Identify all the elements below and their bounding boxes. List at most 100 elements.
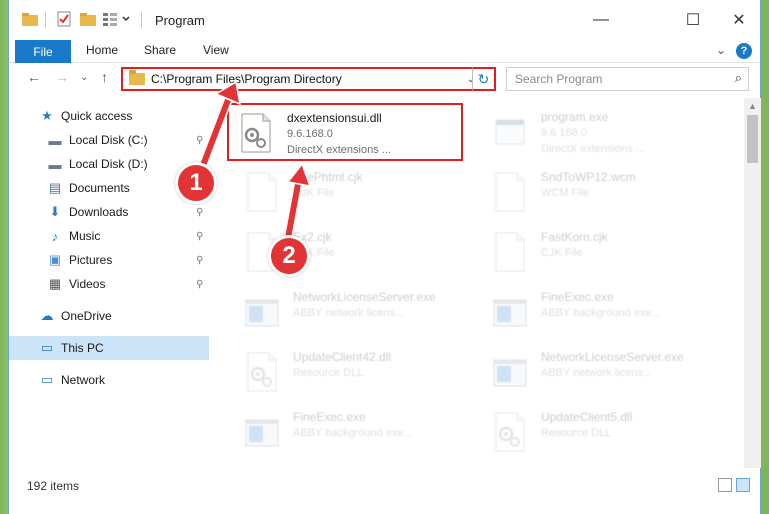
- file-detail: ABBY background exe...: [293, 427, 413, 439]
- title-bar: Program — ☐ ✕: [9, 0, 760, 40]
- explorer-window: Program — ☐ ✕ File Home Share View ⌄ ? ←…: [8, 0, 761, 514]
- file-tile[interactable]: dxextensionsui.dll 9.6.168.0 DirectX exten…: [233, 105, 473, 161]
- item-count: 192 items: [27, 479, 80, 493]
- scroll-up-icon[interactable]: ▲: [744, 98, 761, 115]
- vertical-scrollbar[interactable]: ▲: [744, 98, 761, 468]
- application-icon: [493, 292, 527, 332]
- cloud-icon: ☁: [40, 308, 54, 323]
- file-name: FineExec.exe: [293, 410, 366, 424]
- downloads-icon: ⬇: [49, 204, 61, 219]
- separator: [45, 12, 46, 28]
- search-icon[interactable]: ⌕: [735, 70, 742, 86]
- file-tile[interactable]: SndToWP12.wcm WCM File: [487, 164, 727, 220]
- file-detail: ABBY background exe...: [541, 307, 661, 319]
- sidebar-item-quick-access[interactable]: ★ Quick access: [9, 104, 209, 128]
- file-detail: ABBY network licens...: [541, 367, 653, 379]
- tab-home[interactable]: Home: [86, 43, 118, 57]
- expand-ribbon-icon[interactable]: ⌄: [716, 43, 726, 59]
- search-box[interactable]: Search Program ⌕: [506, 67, 749, 91]
- sidebar-item-pictures[interactable]: ▣ Pictures ⚲: [9, 248, 209, 272]
- folder-icon: [22, 13, 38, 26]
- back-arrow-icon[interactable]: ←: [27, 69, 41, 85]
- file-tile[interactable]: NetworkLicenseServer.exe ABBY network lic…: [239, 284, 479, 340]
- sidebar-item-videos[interactable]: ▦ Videos ⚲: [9, 272, 209, 296]
- maximize-button[interactable]: ☐: [670, 0, 716, 40]
- file-tile[interactable]: UpdateClient5.dll Resource DLL: [487, 404, 727, 460]
- sidebar-item-label: Music: [69, 229, 101, 243]
- close-icon: ✕: [732, 12, 746, 29]
- pin-icon: ⚲: [196, 206, 204, 218]
- file-name: ExePhtml.cjk: [293, 170, 363, 184]
- file-tile[interactable]: UpdateClient42.dll Resource DLL: [239, 344, 479, 400]
- documents-icon: ▤: [48, 180, 62, 195]
- sidebar-item-this-pc[interactable]: ▭ This PC: [9, 336, 209, 360]
- file-icon: [493, 172, 527, 212]
- callout-1: 1: [175, 162, 217, 204]
- file-tile[interactable]: NetworkLicenseServer.exe ABBY network lic…: [487, 344, 727, 400]
- application-icon: [493, 112, 527, 152]
- file-tile[interactable]: FastKorn.cjk CJK File: [487, 224, 727, 280]
- dll-file-icon: [239, 113, 273, 153]
- sidebar-item-network[interactable]: ▭ Network: [9, 368, 209, 392]
- recent-locations-icon[interactable]: ⌄: [80, 72, 88, 83]
- drive-icon: ▬: [48, 156, 62, 172]
- file-tile[interactable]: program.exe 9.6.168.0 DirectX extensions .…: [487, 104, 727, 160]
- view-options-icon[interactable]: [101, 11, 119, 27]
- sidebar-item-label: Documents: [69, 181, 130, 195]
- file-detail: 9.6.168.0: [541, 127, 587, 139]
- sidebar-item-label: Network: [61, 373, 106, 387]
- sidebar-item-downloads[interactable]: ⬇ Downloads ⚲: [9, 200, 209, 224]
- address-bar[interactable]: C:\Program Files\Program Directory ⌄: [121, 67, 481, 91]
- tiles-view-icon[interactable]: [736, 478, 750, 492]
- file-detail: CJK File: [293, 187, 335, 199]
- folder-icon: [129, 70, 145, 85]
- file-tile[interactable]: ExePhtml.cjk CJK File: [239, 164, 479, 220]
- file-detail: CJK File: [541, 247, 583, 259]
- file-name: program.exe: [541, 110, 609, 124]
- address-path: C:\Program Files\Program Directory: [151, 72, 342, 86]
- minimize-icon: —: [593, 11, 609, 28]
- status-bar: 192 items: [9, 474, 760, 498]
- application-icon: [245, 292, 279, 332]
- pin-icon: ⚲: [196, 254, 204, 266]
- sidebar-item-music[interactable]: ♪ Music ⚲: [9, 224, 209, 248]
- sidebar-item-label: This PC: [61, 341, 104, 355]
- tab-share[interactable]: Share: [144, 43, 176, 57]
- ribbon-tabs: File Home Share View ⌄ ?: [9, 40, 760, 63]
- refresh-icon: ↻: [477, 70, 490, 87]
- separator: [141, 12, 142, 28]
- forward-arrow-icon[interactable]: →: [55, 69, 69, 85]
- details-view-icon[interactable]: [718, 478, 732, 492]
- close-button[interactable]: ✕: [716, 0, 762, 40]
- sidebar-item-label: Local Disk (C:): [69, 133, 148, 147]
- file-name: SndToWP12.wcm: [541, 170, 636, 184]
- sidebar-item-onedrive[interactable]: ☁ OneDrive: [9, 304, 209, 328]
- file-name: UpdateClient5.dll: [541, 410, 633, 424]
- sidebar-item-local-disk-c[interactable]: ▬ Local Disk (C:) ⚲: [9, 128, 209, 152]
- network-icon: ▭: [40, 372, 54, 387]
- search-input[interactable]: Search Program: [515, 72, 602, 86]
- file-icon: [245, 172, 279, 212]
- scroll-thumb[interactable]: [747, 115, 758, 163]
- refresh-button[interactable]: ↻: [472, 67, 496, 91]
- file-tile[interactable]: FineExec.exe ABBY background exe...: [239, 404, 479, 460]
- file-description: DirectX extensions ...: [287, 144, 391, 156]
- navigation-pane: ★ Quick access ▬ Local Disk (C:) ⚲ ▬ Local Dis…: [9, 98, 209, 468]
- new-folder-icon[interactable]: [79, 11, 97, 27]
- file-detail: ABBY network licens...: [293, 307, 405, 319]
- properties-icon[interactable]: [55, 11, 73, 27]
- sidebar-item-label: Local Disk (D:): [69, 157, 148, 171]
- minimize-button[interactable]: —: [578, 0, 624, 40]
- file-tile[interactable]: FineExec.exe ABBY background exe...: [487, 284, 727, 340]
- up-arrow-icon[interactable]: ↑: [101, 69, 108, 85]
- help-icon[interactable]: ?: [736, 43, 752, 59]
- file-detail: Resource DLL: [293, 367, 364, 379]
- highlighted-file[interactable]: dxextensionsui.dll 9.6.168.0 DirectX exten…: [227, 103, 463, 161]
- computer-icon: ▭: [40, 340, 54, 355]
- tab-file[interactable]: File: [15, 40, 71, 63]
- videos-icon: ▦: [48, 276, 62, 291]
- tab-view[interactable]: View: [203, 43, 229, 57]
- file-name: NetworkLicenseServer.exe: [541, 350, 684, 364]
- sidebar-item-label: Pictures: [69, 253, 113, 267]
- customize-dropdown-icon[interactable]: [121, 11, 131, 27]
